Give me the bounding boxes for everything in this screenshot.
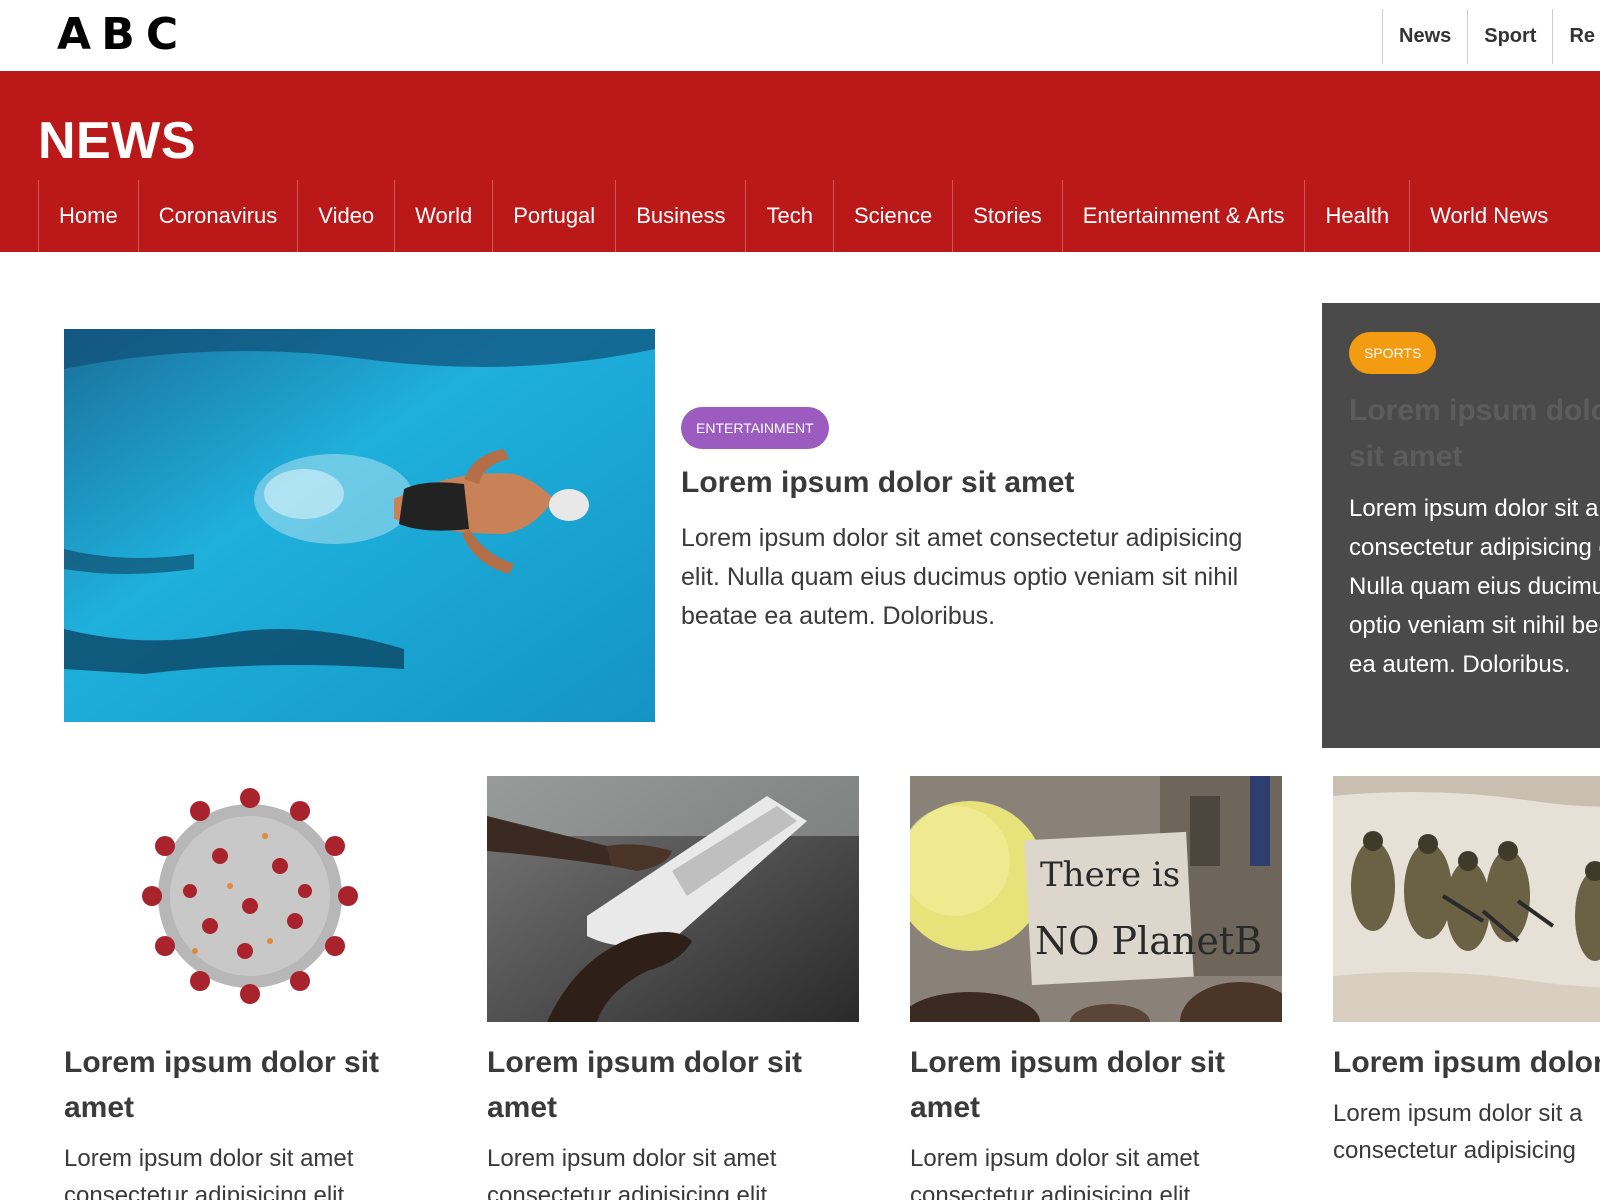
main-nav: Home Coronavirus Video World Portugal Bu… <box>38 180 1568 252</box>
section-title[interactable]: NEWS <box>38 111 196 171</box>
nav-entertainment-arts[interactable]: Entertainment & Arts <box>1061 180 1305 252</box>
top-nav: News Sport Re <box>1382 9 1600 64</box>
sign-text-line-1: There is <box>1040 855 1180 895</box>
protest-sign-photo-icon: There is NO PlanetB <box>910 776 1282 1022</box>
story-card[interactable]: Lorem ipsum dolor sit amet Lorem ipsum d… <box>487 776 859 1200</box>
newspaper-photo-icon <box>487 776 859 1022</box>
card-image[interactable] <box>487 776 859 1022</box>
site-logo[interactable]: A B C <box>56 12 180 58</box>
card-summary: Lorem ipsum dolor sit amet consectetur a… <box>64 1145 354 1200</box>
story-card[interactable]: There is NO PlanetB Lorem ipsum dolor si… <box>910 776 1282 1200</box>
coronavirus-photo-icon <box>64 776 436 1022</box>
nav-world-news[interactable]: World News <box>1409 180 1568 252</box>
nav-tech[interactable]: Tech <box>745 180 832 252</box>
sports-badge[interactable]: SPORTS <box>1349 332 1437 374</box>
featured-image[interactable] <box>64 329 655 722</box>
sports-card[interactable]: SPORTS Lorem ipsum dolor sit amet Lorem … <box>1322 303 1600 748</box>
nav-video[interactable]: Video <box>297 180 394 252</box>
soldiers-photo-icon <box>1333 776 1600 1022</box>
nav-health[interactable]: Health <box>1304 180 1409 252</box>
news-header: NEWS Home Coronavirus Video World Portug… <box>0 71 1600 252</box>
nav-science[interactable]: Science <box>832 180 952 252</box>
card-headline[interactable]: Lorem ipsum dolor sit amet <box>487 1040 859 1130</box>
sports-summary: Lorem ipsum dolor sit amet consectetur a… <box>1349 495 1600 678</box>
card-image[interactable]: There is NO PlanetB <box>910 776 1282 1022</box>
swimmer-photo-icon <box>64 329 655 722</box>
card-image[interactable] <box>1333 776 1600 1022</box>
story-card[interactable]: Lorem ipsum dolor sit amet Lorem ipsum d… <box>1333 776 1600 1169</box>
featured-summary: Lorem ipsum dolor sit amet consectetur a… <box>681 524 1243 630</box>
card-summary: Lorem ipsum dolor sit a consectetur adip… <box>1333 1100 1583 1164</box>
featured-headline[interactable]: Lorem ipsum dolor sit amet <box>681 463 1074 503</box>
card-headline[interactable]: Lorem ipsum dolor sit amet <box>1333 1040 1600 1085</box>
story-card[interactable]: Lorem ipsum dolor sit amet Lorem ipsum d… <box>64 776 436 1200</box>
logo-letter-c: C <box>145 9 179 60</box>
card-image[interactable] <box>64 776 436 1022</box>
nav-home[interactable]: Home <box>38 180 138 252</box>
card-summary: Lorem ipsum dolor sit amet consectetur a… <box>910 1145 1200 1200</box>
entertainment-badge[interactable]: ENTERTAINMENT <box>681 407 829 449</box>
nav-stories[interactable]: Stories <box>952 180 1061 252</box>
top-bar: A B C News Sport Re <box>0 0 1600 71</box>
top-nav-news[interactable]: News <box>1382 9 1467 64</box>
top-nav-sport[interactable]: Sport <box>1467 9 1552 64</box>
nav-world[interactable]: World <box>394 180 492 252</box>
logo-letter-a: A <box>56 9 92 60</box>
nav-business[interactable]: Business <box>615 180 745 252</box>
logo-letter-b: B <box>101 9 135 60</box>
card-summary: Lorem ipsum dolor sit amet consectetur a… <box>487 1145 777 1200</box>
nav-portugal[interactable]: Portugal <box>492 180 615 252</box>
card-headline[interactable]: Lorem ipsum dolor sit amet <box>910 1040 1282 1130</box>
top-nav-reel[interactable]: Re <box>1552 9 1600 64</box>
sign-text-line-2: NO PlanetB <box>1035 919 1262 963</box>
card-headline[interactable]: Lorem ipsum dolor sit amet <box>64 1040 436 1130</box>
sports-headline[interactable]: Lorem ipsum dolor sit amet <box>1349 388 1600 480</box>
nav-coronavirus[interactable]: Coronavirus <box>137 180 298 252</box>
